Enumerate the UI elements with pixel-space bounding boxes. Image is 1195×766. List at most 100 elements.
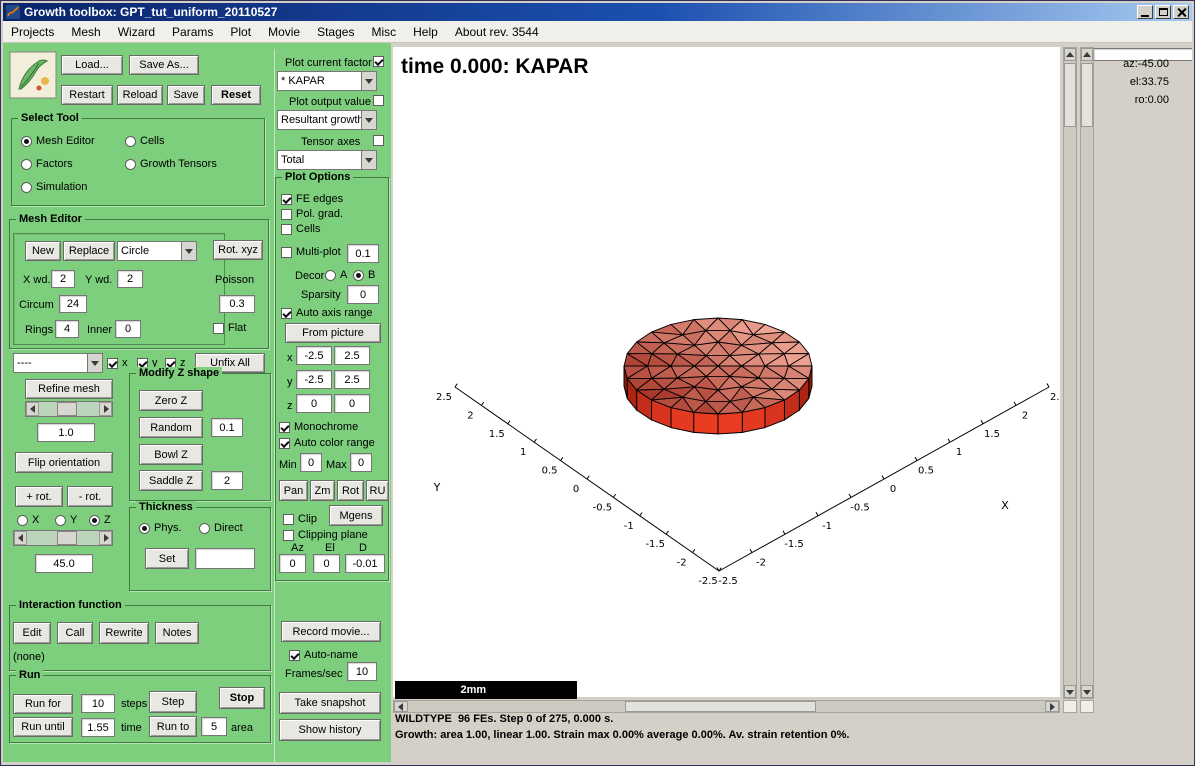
multiplot-field[interactable]: 0.1 bbox=[347, 244, 379, 263]
maximize-button[interactable] bbox=[1155, 5, 1171, 19]
saddle-amount-field[interactable]: 2 bbox=[211, 471, 243, 490]
saddle-z-button[interactable]: Saddle Z bbox=[139, 470, 203, 491]
pol-grad-checkbox[interactable]: Pol. grad. bbox=[281, 208, 343, 220]
flip-orientation-button[interactable]: Flip orientation bbox=[15, 452, 113, 473]
arrow-right-icon[interactable] bbox=[99, 402, 112, 416]
clip-az-field[interactable]: 0 bbox=[279, 554, 306, 573]
slider-track[interactable] bbox=[27, 531, 99, 545]
new-mesh-button[interactable]: New bbox=[25, 241, 61, 261]
rotate-button[interactable]: Rot bbox=[337, 480, 364, 501]
output-dropdown[interactable]: Resultant growth... bbox=[277, 110, 377, 130]
ymax-field[interactable]: 2.5 bbox=[334, 370, 370, 389]
scrollbar-thumb[interactable] bbox=[1064, 63, 1076, 127]
mgens-button[interactable]: Mgens bbox=[329, 505, 383, 526]
arrow-right-icon[interactable] bbox=[99, 531, 112, 545]
arrow-left-icon[interactable] bbox=[14, 531, 27, 545]
show-history-button[interactable]: Show history bbox=[279, 719, 381, 741]
reset-button[interactable]: Reset bbox=[211, 85, 261, 105]
arrow-left-icon[interactable] bbox=[394, 701, 408, 712]
run-to-button[interactable]: Run to bbox=[149, 716, 197, 737]
radio-rot-x[interactable]: X bbox=[17, 514, 39, 526]
fix-selector-dropdown[interactable]: ---- bbox=[13, 353, 103, 373]
plot-current-factor-checkbox[interactable] bbox=[373, 56, 384, 67]
x-width-field[interactable]: 2 bbox=[51, 270, 75, 288]
rings-field[interactable]: 4 bbox=[55, 320, 79, 338]
menu-help[interactable]: Help bbox=[413, 25, 438, 39]
record-movie-button[interactable]: Record movie... bbox=[281, 621, 381, 642]
tensor-dropdown[interactable]: Total bbox=[277, 150, 377, 170]
run-until-button[interactable]: Run until bbox=[13, 717, 73, 737]
menu-stages[interactable]: Stages bbox=[317, 25, 354, 39]
clip-el-field[interactable]: 0 bbox=[313, 554, 340, 573]
reload-button[interactable]: Reload bbox=[117, 85, 163, 105]
elevation-scrollbar[interactable] bbox=[1080, 47, 1094, 699]
ymin-field[interactable]: -2.5 bbox=[296, 370, 332, 389]
random-z-button[interactable]: Random bbox=[139, 417, 203, 438]
multi-plot-checkbox[interactable]: Multi-plot bbox=[281, 246, 341, 258]
inner-field[interactable]: 0 bbox=[115, 320, 141, 338]
slider-track[interactable] bbox=[39, 402, 99, 416]
random-amount-field[interactable]: 0.1 bbox=[211, 418, 243, 437]
radio-thickness-phys[interactable]: Phys. bbox=[139, 522, 182, 534]
zoom-button[interactable]: Zm bbox=[310, 480, 335, 501]
auto-axis-range-checkbox[interactable]: Auto axis range bbox=[281, 307, 372, 319]
replace-mesh-button[interactable]: Replace bbox=[63, 241, 115, 261]
radio-growth-tensors[interactable]: Growth Tensors bbox=[125, 158, 217, 170]
frames-field[interactable]: 10 bbox=[347, 662, 377, 681]
xmax-field[interactable]: 2.5 bbox=[334, 346, 370, 365]
radio-rot-y[interactable]: Y bbox=[55, 514, 77, 526]
cells-checkbox[interactable]: Cells bbox=[281, 223, 320, 235]
poisson-field[interactable]: 0.3 bbox=[219, 295, 255, 313]
rotate-up-button[interactable]: RU bbox=[366, 480, 389, 501]
plus-rot-button[interactable]: + rot. bbox=[15, 486, 63, 507]
rotate-slider[interactable] bbox=[13, 530, 113, 546]
scrollbar-thumb[interactable] bbox=[1081, 63, 1093, 127]
arrow-up-icon[interactable] bbox=[1064, 48, 1076, 61]
sparsity-field[interactable]: 0 bbox=[347, 285, 379, 304]
auto-name-checkbox[interactable]: Auto-name bbox=[289, 649, 358, 661]
zero-z-button[interactable]: Zero Z bbox=[139, 390, 203, 411]
radio-cells[interactable]: Cells bbox=[125, 135, 164, 147]
stop-button[interactable]: Stop bbox=[219, 687, 265, 709]
radio-mesh-editor[interactable]: Mesh Editor bbox=[21, 135, 95, 147]
zmin-field[interactable]: 0 bbox=[296, 394, 332, 413]
factor-dropdown[interactable]: * KAPAR bbox=[277, 71, 377, 91]
arrow-up-icon[interactable] bbox=[1081, 48, 1093, 61]
scrollbar-track[interactable] bbox=[1081, 61, 1093, 685]
arrow-down-icon[interactable] bbox=[1064, 685, 1076, 698]
menu-misc[interactable]: Misc bbox=[371, 25, 396, 39]
menu-plot[interactable]: Plot bbox=[230, 25, 251, 39]
radio-decor-a[interactable]: A bbox=[325, 269, 347, 281]
scrollbar-thumb[interactable] bbox=[625, 701, 816, 712]
run-for-button[interactable]: Run for bbox=[13, 694, 73, 714]
save-as-button[interactable]: Save As... bbox=[129, 55, 199, 75]
slider-thumb[interactable] bbox=[57, 531, 77, 545]
menu-about[interactable]: About rev. 3544 bbox=[455, 25, 539, 39]
load-button[interactable]: Load... bbox=[61, 55, 123, 75]
clip-d-field[interactable]: -0.01 bbox=[345, 554, 385, 573]
azimuth-scrollbar[interactable] bbox=[1063, 47, 1077, 699]
time-field[interactable]: 1.55 bbox=[81, 718, 115, 737]
fix-x-checkbox[interactable]: x bbox=[107, 357, 128, 369]
radio-simulation[interactable]: Simulation bbox=[21, 181, 87, 193]
rot-xyz-button[interactable]: Rot. xyz bbox=[213, 240, 263, 260]
auto-color-range-checkbox[interactable]: Auto color range bbox=[279, 437, 375, 449]
pan-button[interactable]: Pan bbox=[279, 480, 308, 501]
restart-button[interactable]: Restart bbox=[61, 85, 113, 105]
call-button[interactable]: Call bbox=[57, 622, 93, 644]
monochrome-checkbox[interactable]: Monochrome bbox=[279, 421, 358, 433]
scrollbar-track[interactable] bbox=[408, 701, 1045, 712]
fe-edges-checkbox[interactable]: FE edges bbox=[281, 193, 343, 205]
minus-rot-button[interactable]: - rot. bbox=[67, 486, 113, 507]
max-field[interactable]: 0 bbox=[350, 453, 372, 472]
arrow-right-icon[interactable] bbox=[1045, 701, 1059, 712]
plot-output-value-checkbox[interactable] bbox=[373, 95, 384, 106]
radio-decor-b[interactable]: B bbox=[353, 269, 375, 281]
area-field[interactable]: 5 bbox=[201, 717, 227, 736]
xmin-field[interactable]: -2.5 bbox=[296, 346, 332, 365]
mesh-shape-dropdown[interactable]: Circle bbox=[117, 241, 197, 261]
slider-thumb[interactable] bbox=[57, 402, 77, 416]
step-button[interactable]: Step bbox=[149, 691, 197, 713]
flat-checkbox[interactable]: Flat bbox=[213, 322, 246, 334]
radio-thickness-direct[interactable]: Direct bbox=[199, 522, 243, 534]
